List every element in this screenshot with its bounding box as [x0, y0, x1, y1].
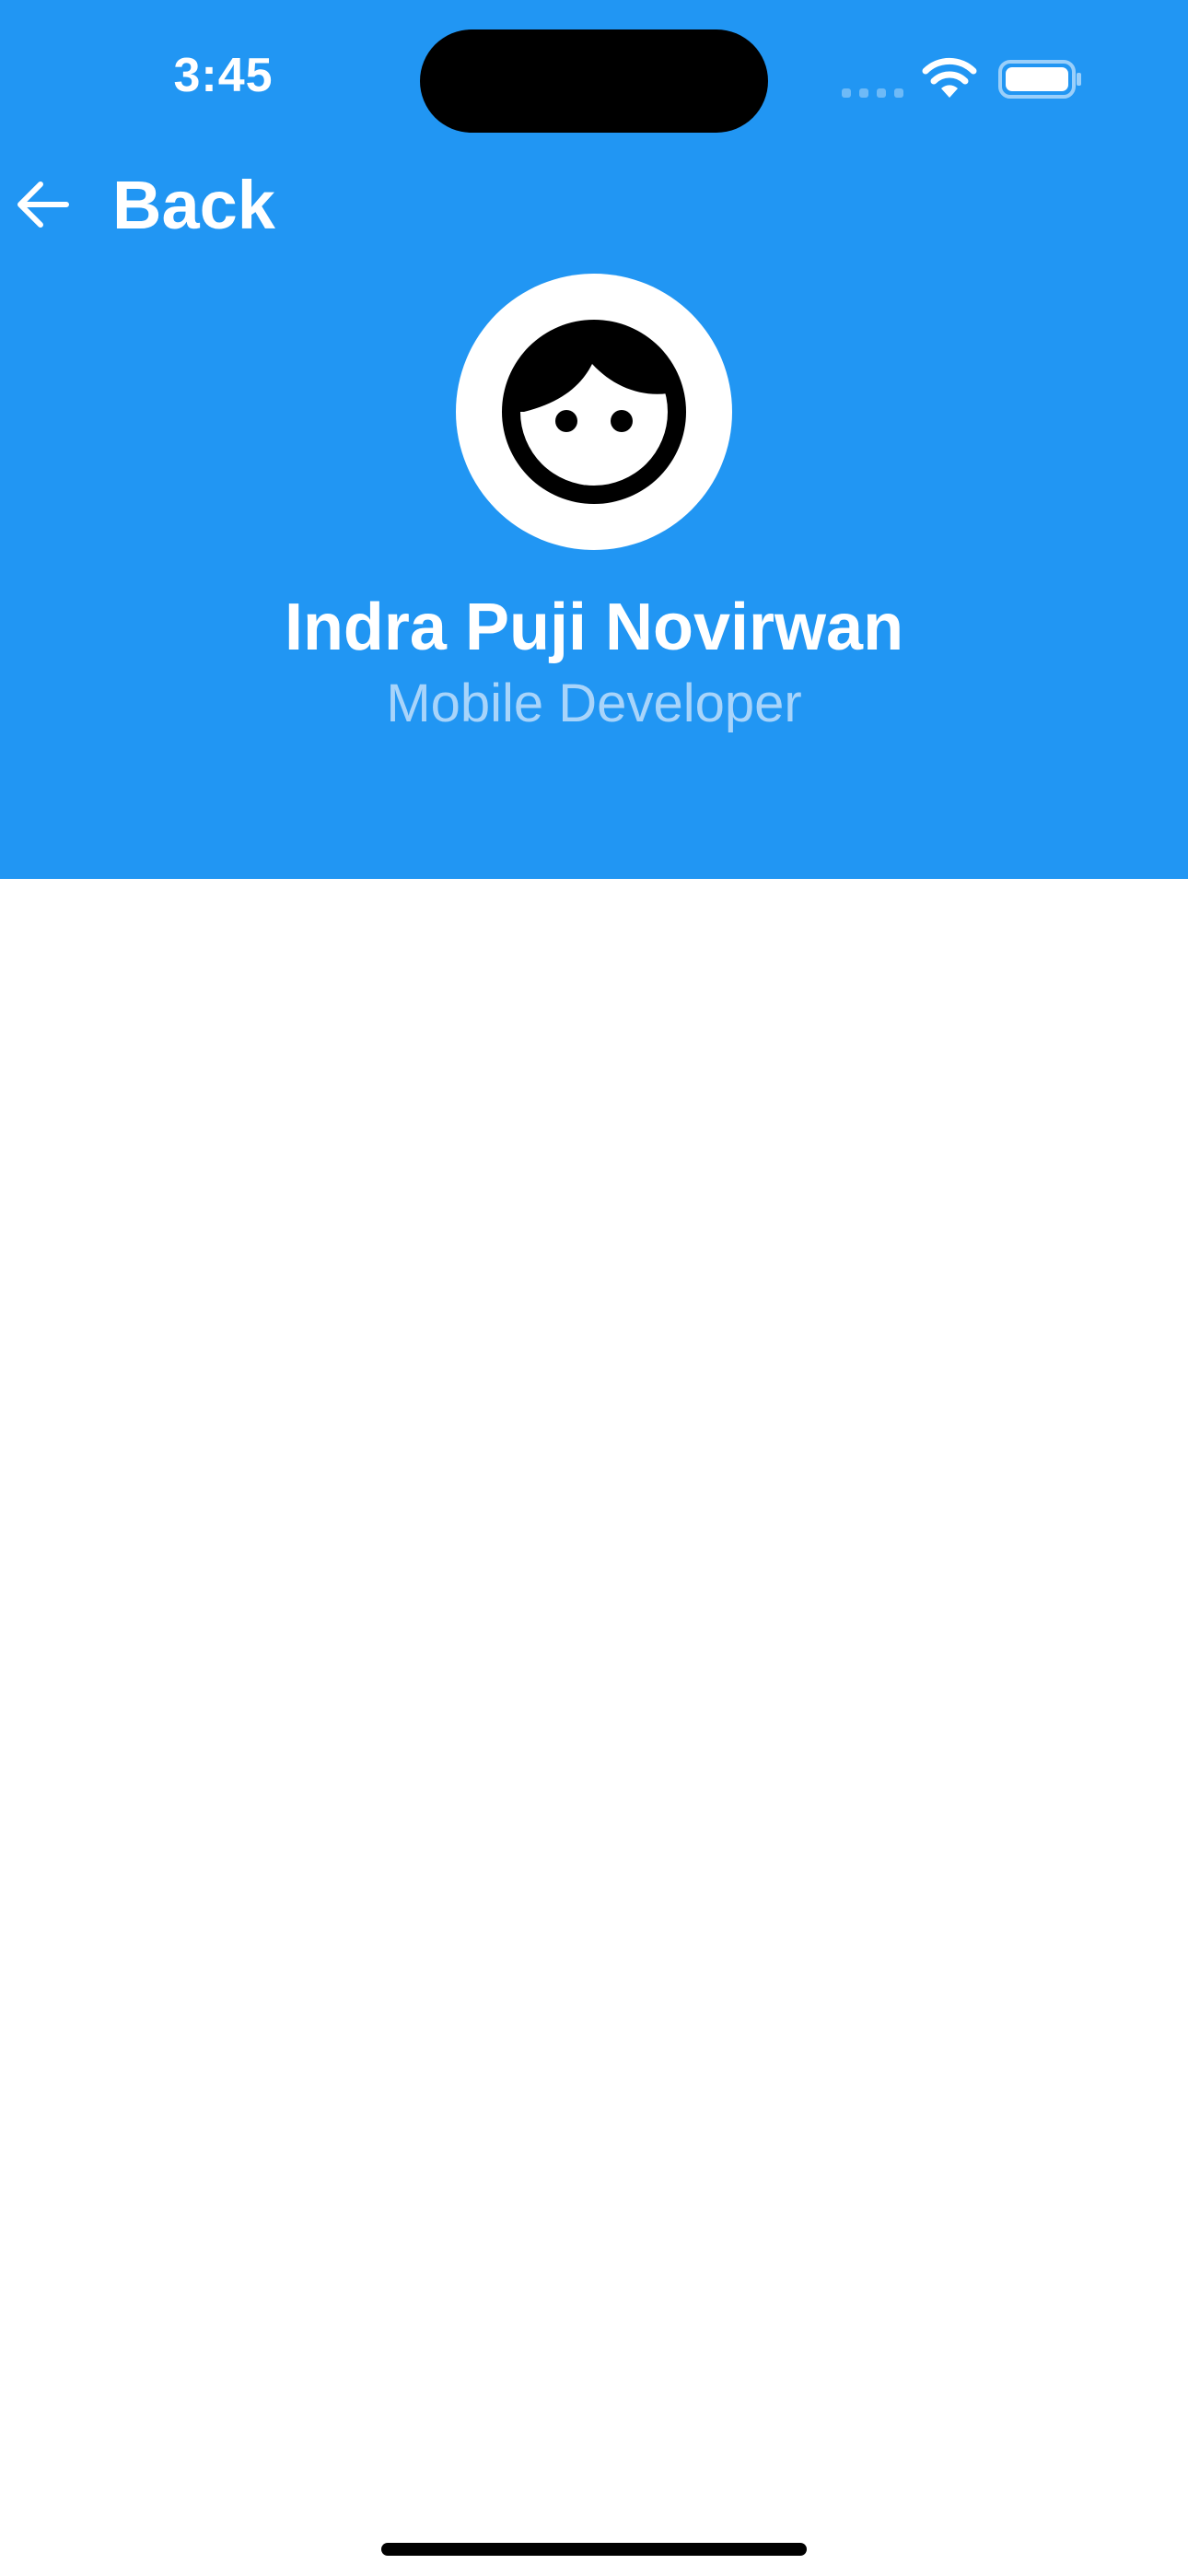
- cellular-signal-icon: [842, 88, 903, 98]
- profile-header: 3:45 Back Indra Puji Novirwan Mobile Dev…: [0, 0, 1188, 879]
- face-icon: [502, 320, 686, 504]
- back-button[interactable]: Back: [11, 158, 275, 251]
- profile-role: Mobile Developer: [386, 673, 802, 733]
- home-indicator[interactable]: [381, 2543, 807, 2556]
- profile-name: Indra Puji Novirwan: [284, 591, 904, 664]
- back-label: Back: [112, 166, 275, 243]
- battery-icon: [998, 60, 1081, 99]
- wifi-icon: [922, 57, 977, 98]
- arrow-left-icon: [17, 181, 69, 228]
- status-time: 3:45: [173, 49, 274, 102]
- dynamic-island: [420, 29, 768, 133]
- avatar: [456, 274, 732, 550]
